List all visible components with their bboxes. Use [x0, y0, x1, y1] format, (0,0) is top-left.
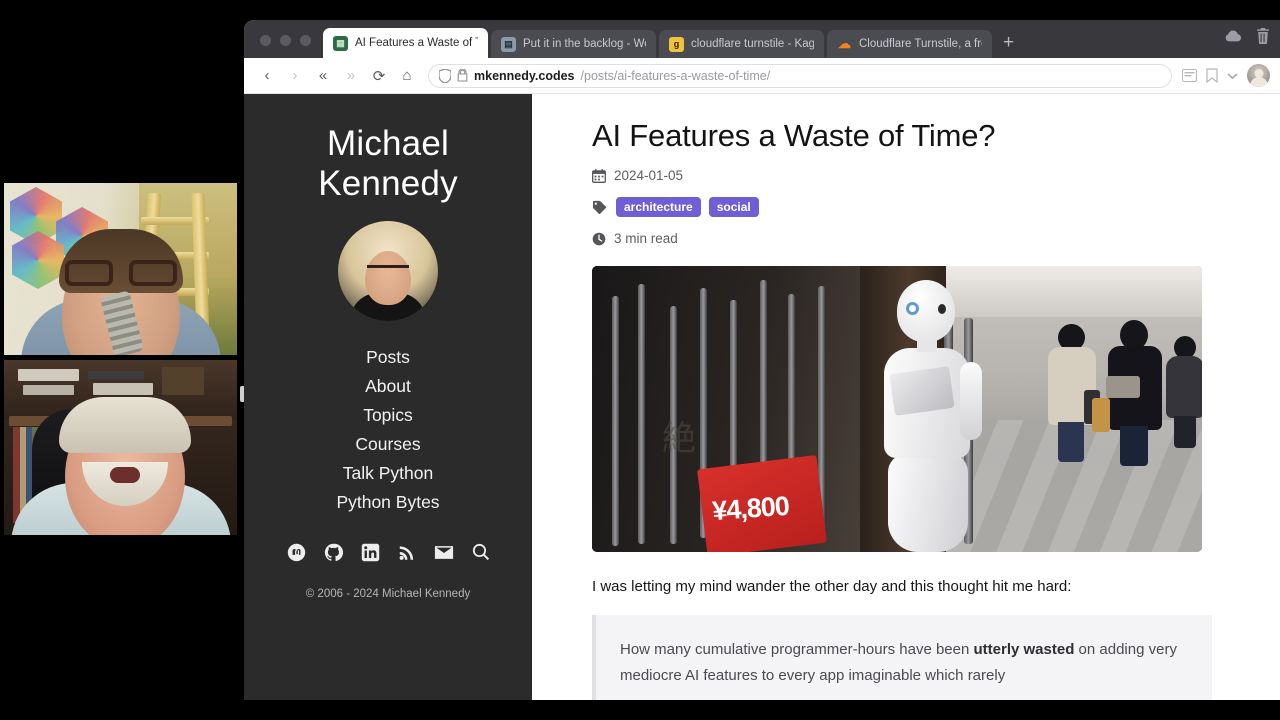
tag-architecture[interactable]: architecture [616, 197, 701, 217]
tab-strip: ▦ AI Features a Waste of Tim ▤ Put it in… [244, 20, 1280, 58]
site-avatar [338, 220, 438, 321]
webcam-bottom[interactable] [4, 360, 237, 535]
nav-item-python-bytes[interactable]: Python Bytes [336, 492, 439, 513]
tab-cloudflare-turnstile[interactable]: ☁ Cloudflare Turnstile, a fre [827, 30, 992, 58]
trash-icon[interactable] [1256, 28, 1270, 44]
site-sidebar: Michael Kennedy Posts About Topics Cours… [244, 94, 532, 700]
url-path: /posts/ai-features-a-waste-of-time/ [580, 68, 771, 83]
fast-forward-icon[interactable]: » [338, 63, 364, 89]
hero-kanji: 絶 [662, 419, 696, 459]
back-icon[interactable]: ‹ [254, 63, 280, 89]
site-title-line2: Kennedy [318, 164, 458, 204]
webcam-top[interactable] [4, 183, 237, 355]
minimize-window-button[interactable] [280, 35, 291, 46]
nav-item-courses[interactable]: Courses [355, 434, 420, 455]
forward-icon[interactable]: › [282, 63, 308, 89]
site-title-line1: Michael [326, 124, 449, 163]
tab-label: Put it in the backlog - Wor [523, 38, 646, 50]
window-traffic-lights[interactable] [254, 35, 323, 58]
github-icon[interactable] [324, 543, 343, 562]
intro-paragraph: I was letting my mind wander the other d… [592, 578, 1072, 595]
post-date: 2024-01-05 [614, 168, 684, 183]
tag-icon [593, 200, 607, 214]
email-icon[interactable] [434, 545, 454, 560]
price-sign: ¥4,800 [697, 455, 827, 552]
clock-icon [592, 232, 606, 245]
price-sign-text: ¥4,800 [711, 490, 790, 527]
web-page: Michael Kennedy Posts About Topics Cours… [244, 94, 1280, 700]
post-read-time: 3 min read [614, 231, 678, 246]
nav-item-about[interactable]: About [365, 376, 411, 397]
kagi-favicon: g [669, 36, 684, 52]
tab-label: Cloudflare Turnstile, a fre [859, 38, 982, 50]
tab-label: AI Features a Waste of Tim [355, 37, 478, 49]
reload-icon[interactable]: ⟳ [366, 63, 392, 89]
reader-icon[interactable] [1182, 69, 1197, 82]
copyright-text: © 2006 - 2024 Michael Kennedy [305, 587, 471, 600]
rss-icon[interactable] [398, 543, 416, 562]
lock-icon [457, 69, 468, 82]
mkennedy-favicon: ▦ [333, 35, 348, 51]
cloud-icon[interactable] [1224, 29, 1242, 43]
robot-head [897, 280, 955, 342]
home-icon[interactable]: ⌂ [394, 63, 420, 89]
nav-item-posts[interactable]: Posts [366, 347, 410, 368]
chevron-down-icon[interactable] [1227, 72, 1238, 80]
hero-image: 絶 ¥4,800 [592, 266, 1202, 552]
tab-cloudflare-turnstile-kagi[interactable]: g cloudflare turnstile - Kagi [659, 30, 824, 58]
tab-label: cloudflare turnstile - Kagi [691, 38, 814, 50]
browser-toolbar: ‹ › « » ⟳ ⌂ mkennedy.codes/posts/ai-feat… [244, 58, 1280, 94]
mastodon-icon[interactable] [287, 543, 306, 562]
url-domain: mkennedy.codes [474, 68, 575, 83]
social-links [287, 543, 490, 562]
calendar-icon [592, 168, 606, 183]
screen-capture: ▦ AI Features a Waste of Tim ▤ Put it in… [0, 0, 1280, 720]
pull-quote: How many cumulative programmer-hours hav… [592, 615, 1212, 700]
shield-icon [439, 68, 451, 83]
linkedin-icon[interactable] [361, 543, 380, 562]
close-window-button[interactable] [260, 35, 271, 46]
search-icon[interactable] [472, 543, 490, 561]
post-tags-row: architecture social [592, 197, 1236, 217]
quote-part-1: How many cumulative programmer-hours hav… [620, 641, 974, 658]
browser-window: ▦ AI Features a Waste of Tim ▤ Put it in… [244, 20, 1280, 700]
site-title: Michael Kennedy [318, 124, 458, 205]
cloudflare-favicon: ☁ [838, 36, 851, 51]
post-readtime-row: 3 min read [592, 231, 1236, 246]
bookmark-icon[interactable] [1206, 68, 1218, 83]
post-date-row: 2024-01-05 [592, 168, 1236, 183]
page-title: AI Features a Waste of Time? [592, 118, 996, 153]
tab-put-it-in-the-backlog[interactable]: ▤ Put it in the backlog - Wor [491, 30, 656, 58]
profile-avatar[interactable] [1247, 64, 1270, 87]
nav-item-talk-python[interactable]: Talk Python [343, 463, 433, 484]
site-navigation: Posts About Topics Courses Talk Python P… [336, 347, 439, 513]
article-content: AI Features a Waste of Time? 2024-01-05 [532, 94, 1280, 700]
tab-ai-features[interactable]: ▦ AI Features a Waste of Tim [323, 28, 488, 58]
tag-social[interactable]: social [708, 197, 759, 217]
robot-tablet [889, 366, 955, 416]
address-bar[interactable]: mkennedy.codes/posts/ai-features-a-waste… [428, 63, 1172, 88]
quote-emphasis: utterly wasted [973, 641, 1075, 658]
rewind-icon[interactable]: « [310, 63, 336, 89]
new-tab-button[interactable]: + [995, 32, 1024, 58]
nav-item-topics[interactable]: Topics [363, 405, 413, 426]
zoom-window-button[interactable] [300, 35, 311, 46]
worklog-favicon: ▤ [501, 36, 516, 52]
robot-base [888, 454, 968, 552]
